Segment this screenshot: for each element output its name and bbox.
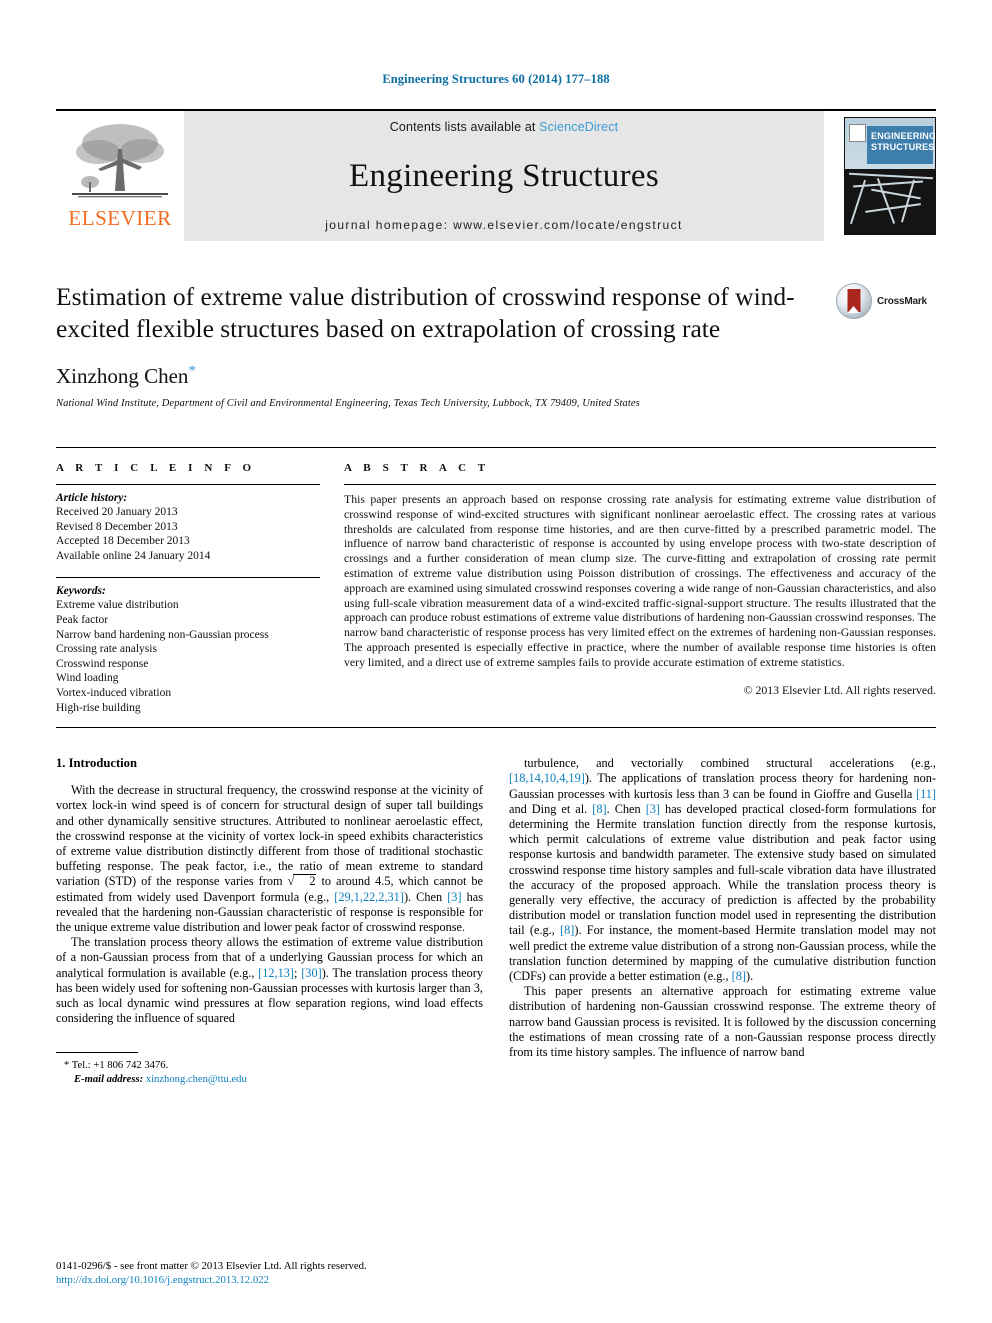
footnote-block: * Tel.: +1 806 742 3476. E-mail address:… <box>56 1052 483 1087</box>
keyword-item: Crossing rate analysis <box>56 643 157 656</box>
keyword-item: Extreme value distribution <box>56 599 179 612</box>
section-heading-introduction: 1. Introduction <box>56 756 137 771</box>
author-affiliation: National Wind Institute, Department of C… <box>56 398 640 409</box>
paragraph-text: This paper presents an alternative appro… <box>509 984 936 1059</box>
sciencedirect-link[interactable]: ScienceDirect <box>539 120 618 134</box>
keyword-item: Vortex-induced vibration <box>56 686 172 699</box>
footnote-tel: * Tel.: +1 806 742 3476. <box>56 1059 483 1073</box>
crossmark-label: CrossMark <box>877 295 927 307</box>
article-info-column: A R T I C L E I N F O Article history: R… <box>56 448 320 715</box>
cover-truss-photo <box>845 169 935 234</box>
crossmark-icon <box>836 283 872 319</box>
crossmark-badge[interactable]: CrossMark <box>836 281 936 319</box>
article-history-label: Article history: <box>56 492 128 504</box>
corresponding-author-marker: * <box>188 363 196 379</box>
footer-doi-link[interactable]: http://dx.doi.org/10.1016/j.engstruct.20… <box>56 1273 367 1287</box>
keyword-item: Narrow band hardening non-Gaussian proce… <box>56 628 269 641</box>
citation-reference-link[interactable]: [30] <box>301 966 322 980</box>
abstract-heading: A B S T R A C T <box>344 462 490 474</box>
abstract-bottom-divider <box>56 727 936 729</box>
footnote-tel-text: Tel.: +1 806 742 3476. <box>71 1060 169 1072</box>
elsevier-logo: ELSEVIER <box>56 111 184 241</box>
page-title: Estimation of extreme value distribution… <box>56 282 795 343</box>
citation-reference-link[interactable]: [3] <box>646 802 660 816</box>
elsevier-wordmark: ELSEVIER <box>68 206 172 230</box>
elsevier-tree-icon <box>68 119 172 207</box>
body-column-left: 1. Introduction With the decrease in str… <box>56 756 483 1087</box>
article-history-item: Available online 24 January 2014 <box>56 549 211 562</box>
body-columns: 1. Introduction With the decrease in str… <box>56 756 936 1087</box>
inline-math-sqrt: √ 2 <box>287 874 317 889</box>
keywords-divider <box>56 577 320 579</box>
keyword-item: High-rise building <box>56 701 141 714</box>
paragraph-text: turbulence, and vectorially combined str… <box>524 756 936 771</box>
footnote-email: E-mail address: xinzhong.chen@ttu.edu <box>56 1073 483 1087</box>
journal-cover-image: Engineering Structures <box>844 117 936 235</box>
citation-reference-link[interactable]: [12,13] <box>258 966 294 980</box>
abstract-text: This paper presents an approach based on… <box>344 492 936 669</box>
citation-reference-link[interactable]: [8] <box>560 923 574 937</box>
citation-reference-link[interactable]: [3] <box>447 890 461 904</box>
author-name: Xinzhong Chen* <box>56 363 826 389</box>
journal-masthead: ELSEVIER Contents lists available at Sci… <box>56 109 936 241</box>
article-info-heading: A R T I C L E I N F O <box>56 462 256 474</box>
body-column-right: turbulence, and vectorially combined str… <box>509 756 936 1087</box>
journal-title: Engineering Structures <box>349 157 659 194</box>
article-history-item: Received 20 January 2013 <box>56 506 178 518</box>
paragraph-text: has developed practical closed-form form… <box>509 801 936 938</box>
paragraph-text: ). <box>746 968 754 983</box>
elsevier-cover-badge-icon <box>849 124 866 142</box>
citation-reference-link[interactable]: [11] <box>916 787 936 801</box>
abstract-divider <box>344 484 936 485</box>
body-paragraph: With the decrease in structural frequenc… <box>56 783 483 935</box>
article-history-item: Revised 8 December 2013 <box>56 520 178 533</box>
journal-homepage-link[interactable]: journal homepage: www.elsevier.com/locat… <box>325 218 683 232</box>
keyword-item: Wind loading <box>56 672 119 685</box>
citation-reference-link[interactable]: [8] <box>592 802 606 816</box>
citation-reference-link[interactable]: [8] <box>732 969 746 983</box>
body-paragraph: This paper presents an alternative appro… <box>509 984 936 1060</box>
paragraph-text: and Ding et al. <box>509 801 593 816</box>
keywords-list: Extreme value distribution Peak factor N… <box>56 598 320 715</box>
article-info-divider <box>56 484 320 485</box>
body-paragraph: turbulence, and vectorially combined str… <box>509 756 936 984</box>
keyword-item: Crosswind response <box>56 657 149 670</box>
contents-prefix-text: Contents lists available at <box>389 120 540 134</box>
right-paragraph-container: turbulence, and vectorially combined str… <box>509 756 936 1060</box>
footnote-email-link[interactable]: xinzhong.chen@ttu.edu <box>146 1074 247 1085</box>
article-history-list: Received 20 January 2013 Revised 8 Decem… <box>56 505 320 563</box>
page-footer: 0141-0296/$ - see front matter © 2013 El… <box>56 1259 367 1287</box>
left-paragraph-container: With the decrease in structural frequenc… <box>56 783 483 1026</box>
body-paragraph: The translation process theory allows th… <box>56 935 483 1026</box>
journal-cover-cell: Engineering Structures <box>824 111 936 241</box>
footnote-divider <box>56 1052 138 1054</box>
journal-citation-line: Engineering Structures 60 (2014) 177–188 <box>382 72 610 86</box>
citation-reference-link[interactable]: [29,1,22,2,31] <box>334 890 404 904</box>
footnote-marker: * <box>64 1060 70 1072</box>
title-block: Estimation of extreme value distribution… <box>56 281 936 409</box>
cover-title-band: Engineering Structures <box>867 126 935 164</box>
keyword-item: Peak factor <box>56 613 109 626</box>
footer-issn-line: 0141-0296/$ - see front matter © 2013 El… <box>56 1260 367 1272</box>
article-history-item: Accepted 18 December 2013 <box>56 535 190 548</box>
contents-available-line: Contents lists available at ScienceDirec… <box>390 120 618 134</box>
paragraph-text: ). For instance, the moment-based Hermit… <box>509 923 936 983</box>
paragraph-text: ). Chen <box>403 889 448 904</box>
citation-reference-link[interactable]: [18,14,10,4,19] <box>509 771 585 785</box>
footnote-email-label: E-mail address: <box>74 1074 144 1086</box>
paragraph-text: With the decrease in structural frequenc… <box>56 783 483 889</box>
article-page: Engineering Structures 60 (2014) 177–188 <box>0 0 992 1323</box>
paragraph-text: . Chen <box>606 801 646 816</box>
abstract-column: A B S T R A C T This paper presents an a… <box>344 448 936 715</box>
keywords-label: Keywords: <box>56 585 106 598</box>
journal-banner: Contents lists available at ScienceDirec… <box>184 111 824 241</box>
author-label: Xinzhong Chen <box>56 364 189 388</box>
info-abstract-region: A R T I C L E I N F O Article history: R… <box>56 447 936 715</box>
abstract-copyright: © 2013 Elsevier Ltd. All rights reserved… <box>743 682 936 697</box>
